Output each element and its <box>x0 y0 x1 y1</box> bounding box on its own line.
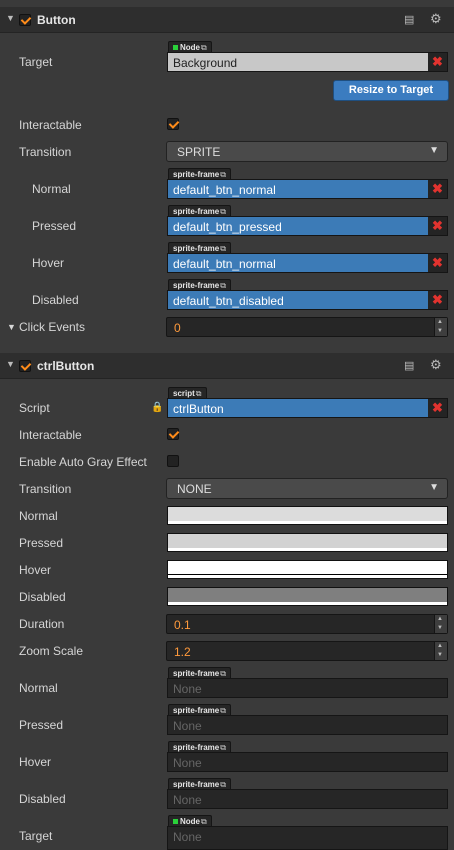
external-link-icon[interactable]: ⧉ <box>220 244 226 253</box>
external-link-icon[interactable]: ⧉ <box>220 780 226 789</box>
hover-color-swatch[interactable] <box>167 560 448 579</box>
lock-icon: 🔒 <box>151 402 164 413</box>
auto-gray-checkbox[interactable] <box>167 455 179 467</box>
chevron-down-icon: ▼ <box>429 145 439 156</box>
transition-label: Transition <box>19 145 72 159</box>
normal-sprite-field[interactable]: default_btn_normal ✖ <box>167 179 448 199</box>
spinner[interactable]: ▲ ▼ <box>434 318 447 336</box>
disabled-sprite-field[interactable]: default_btn_disabled ✖ <box>167 290 448 310</box>
hover-sprite-field[interactable]: None <box>167 752 448 772</box>
external-link-icon[interactable]: ⧉ <box>220 207 226 216</box>
spinner[interactable]: ▲ ▼ <box>434 642 447 660</box>
interactable-checkbox[interactable] <box>167 428 179 440</box>
auto-gray-label: Enable Auto Gray Effect <box>19 455 147 469</box>
clear-icon[interactable]: ✖ <box>428 53 447 71</box>
pressed-color-swatch[interactable] <box>167 533 448 552</box>
hover-sprite-label: Hover <box>19 755 52 769</box>
spinner[interactable]: ▲ ▼ <box>434 615 447 633</box>
pressed-sprite-field[interactable]: default_btn_pressed ✖ <box>167 216 448 236</box>
chevron-down-icon: ▼ <box>429 482 439 493</box>
click-events-count-input[interactable]: 0 ▲ ▼ <box>166 317 448 337</box>
transition-select[interactable]: SPRITE ▼ <box>166 141 448 162</box>
clear-icon[interactable]: ✖ <box>428 217 447 235</box>
target-label: Target <box>19 829 53 843</box>
target-field[interactable]: None <box>167 826 448 850</box>
hover-sprite-field[interactable]: default_btn_normal ✖ <box>167 253 448 273</box>
button-component-header[interactable]: ▼ Button ▤ ⚙ <box>0 7 454 33</box>
target-field[interactable]: Background ✖ <box>167 52 448 72</box>
node-dot-icon <box>173 45 178 50</box>
collapse-arrow-icon[interactable]: ▼ <box>6 13 15 23</box>
click-events-label: Click Events <box>19 320 86 334</box>
interactable-label: Interactable <box>19 428 82 442</box>
node-dot-icon <box>173 819 178 824</box>
interactable-checkbox[interactable] <box>167 118 179 130</box>
interactable-label: Interactable <box>19 118 82 132</box>
duration-label: Duration <box>19 617 65 631</box>
disabled-color-label: Disabled <box>19 590 66 604</box>
button-enabled-checkbox[interactable] <box>19 14 31 26</box>
pressed-sprite-label: Pressed <box>19 718 64 732</box>
hover-sprite-label: Hover <box>32 256 65 270</box>
clear-icon[interactable]: ✖ <box>428 291 447 309</box>
clear-icon[interactable]: ✖ <box>428 180 447 198</box>
external-link-icon[interactable]: ⧉ <box>220 743 226 752</box>
normal-color-swatch[interactable] <box>167 506 448 525</box>
normal-sprite-label: Normal <box>19 681 58 695</box>
disabled-sprite-label: Disabled <box>19 792 66 806</box>
resize-to-target-button[interactable]: Resize to Target <box>333 80 449 101</box>
disabled-color-swatch[interactable] <box>167 587 448 606</box>
external-link-icon[interactable]: ⧉ <box>196 389 202 398</box>
normal-sprite-label: Normal <box>32 182 71 196</box>
collapse-arrow-icon[interactable]: ▼ <box>6 359 15 369</box>
component-title: Button <box>37 13 76 27</box>
expand-arrow-icon[interactable]: ▼ <box>7 322 16 332</box>
gear-icon[interactable]: ⚙ <box>430 11 442 27</box>
external-link-icon[interactable]: ⧉ <box>201 43 207 52</box>
normal-color-label: Normal <box>19 509 58 523</box>
clear-icon[interactable]: ✖ <box>428 399 447 417</box>
external-link-icon[interactable]: ⧉ <box>220 669 226 678</box>
pressed-sprite-label: Pressed <box>32 219 77 233</box>
help-book-icon[interactable]: ▤ <box>404 359 414 372</box>
script-label: Script <box>19 401 50 415</box>
disabled-sprite-label: Disabled <box>32 293 79 307</box>
pressed-color-label: Pressed <box>19 536 64 550</box>
external-link-icon[interactable]: ⧉ <box>220 170 226 179</box>
disabled-sprite-field[interactable]: None <box>167 789 448 809</box>
hover-color-label: Hover <box>19 563 52 577</box>
duration-input[interactable]: 0.1 ▲ ▼ <box>166 614 448 634</box>
external-link-icon[interactable]: ⧉ <box>220 706 226 715</box>
ctrlbutton-component-header[interactable]: ▼ ctrlButton ▤ ⚙ <box>0 353 454 379</box>
zoom-scale-input[interactable]: 1.2 ▲ ▼ <box>166 641 448 661</box>
component-title: ctrlButton <box>37 359 95 373</box>
transition-label: Transition <box>19 482 72 496</box>
external-link-icon[interactable]: ⧉ <box>220 281 226 290</box>
ctrlbutton-enabled-checkbox[interactable] <box>19 360 31 372</box>
gear-icon[interactable]: ⚙ <box>430 357 442 373</box>
normal-sprite-field[interactable]: None <box>167 678 448 698</box>
script-field[interactable]: ctrlButton ✖ <box>167 398 448 418</box>
transition-select[interactable]: NONE ▼ <box>166 478 448 499</box>
external-link-icon[interactable]: ⧉ <box>201 817 207 826</box>
target-label: Target <box>19 55 53 69</box>
pressed-sprite-field[interactable]: None <box>167 715 448 735</box>
zoom-scale-label: Zoom Scale <box>19 644 84 658</box>
help-book-icon[interactable]: ▤ <box>404 13 414 26</box>
clear-icon[interactable]: ✖ <box>428 254 447 272</box>
